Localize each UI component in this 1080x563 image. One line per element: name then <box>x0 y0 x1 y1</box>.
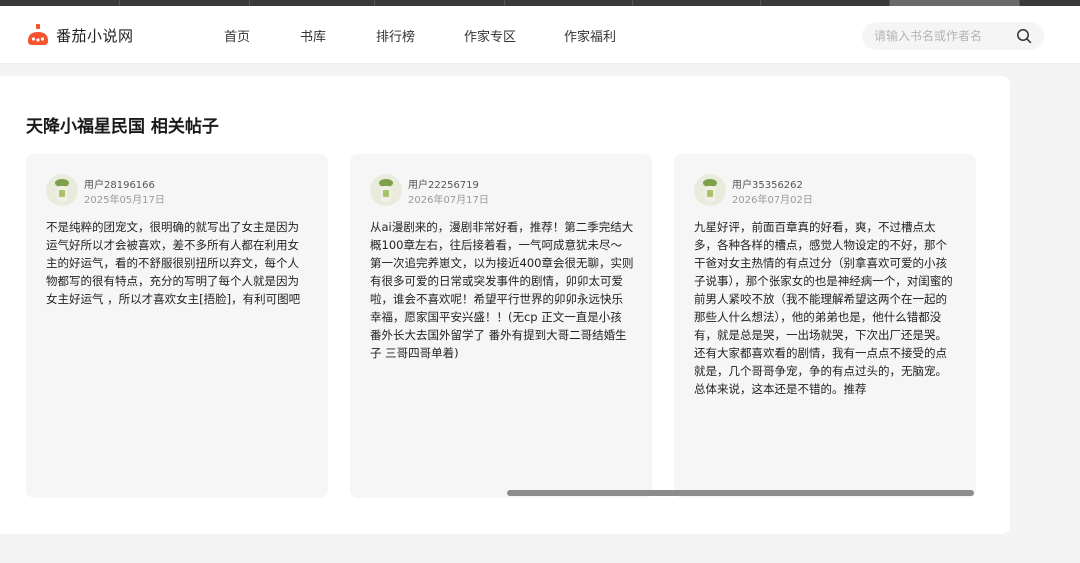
user-avatar-icon <box>379 179 393 202</box>
post-card[interactable]: 用户28196166 2025年05月17日 不是纯粹的团宠文，很明确的就写出了… <box>26 154 328 498</box>
section-title: 天降小福星民国 相关帖子 <box>26 117 219 137</box>
nav-library[interactable]: 书库 <box>300 26 326 45</box>
post-content: 九星好评，前面百章真的好看，爽，不过槽点太多，各种各样的槽点，感觉人物设定的不好… <box>694 220 953 396</box>
search-box <box>862 22 1044 50</box>
post-content: 不是纯粹的团宠文，很明确的就写出了女主是因为运气好所以才会被喜欢，差不多所有人都… <box>46 220 301 306</box>
post-content: 从ai漫剧来的，漫剧非常好看，推荐！第二季完结大概100章左右，往后接着看，一气… <box>370 220 634 360</box>
post-card[interactable]: 用户35356262 2026年07月02日 九星好评，前面百章真的好看，爽，不… <box>674 154 976 498</box>
nav-home[interactable]: 首页 <box>224 26 250 45</box>
tomato-logo-icon <box>28 24 48 45</box>
nav-author-benefits[interactable]: 作家福利 <box>564 26 616 45</box>
site-logo[interactable]: 番茄小说网 <box>26 22 134 48</box>
avatar <box>46 174 78 206</box>
avatar <box>370 174 402 206</box>
nav-ranking[interactable]: 排行榜 <box>376 26 415 45</box>
post-username: 用户28196166 <box>84 180 155 191</box>
post-date: 2026年07月02日 <box>732 195 813 206</box>
search-input[interactable] <box>874 22 1014 50</box>
site-header: 番茄小说网 首页 书库 排行榜 作家专区 作家福利 <box>0 6 1080 64</box>
post-username: 用户35356262 <box>732 180 803 191</box>
horizontal-scrollbar[interactable] <box>507 490 974 496</box>
user-avatar-icon <box>703 179 717 202</box>
search-icon[interactable] <box>1016 28 1032 44</box>
post-date: 2026年07月17日 <box>408 195 489 206</box>
post-card[interactable]: 用户22256719 2026年07月17日 从ai漫剧来的，漫剧非常好看，推荐… <box>350 154 652 498</box>
related-posts-panel: 天降小福星民国 相关帖子 用户28196166 2025年05月17日 不是纯粹… <box>0 76 1010 534</box>
logo-text: 番茄小说网 <box>56 26 134 45</box>
post-date: 2025年05月17日 <box>84 195 165 206</box>
post-username: 用户22256719 <box>408 180 479 191</box>
avatar <box>694 174 726 206</box>
nav-author-zone[interactable]: 作家专区 <box>464 26 516 45</box>
user-avatar-icon <box>55 179 69 202</box>
